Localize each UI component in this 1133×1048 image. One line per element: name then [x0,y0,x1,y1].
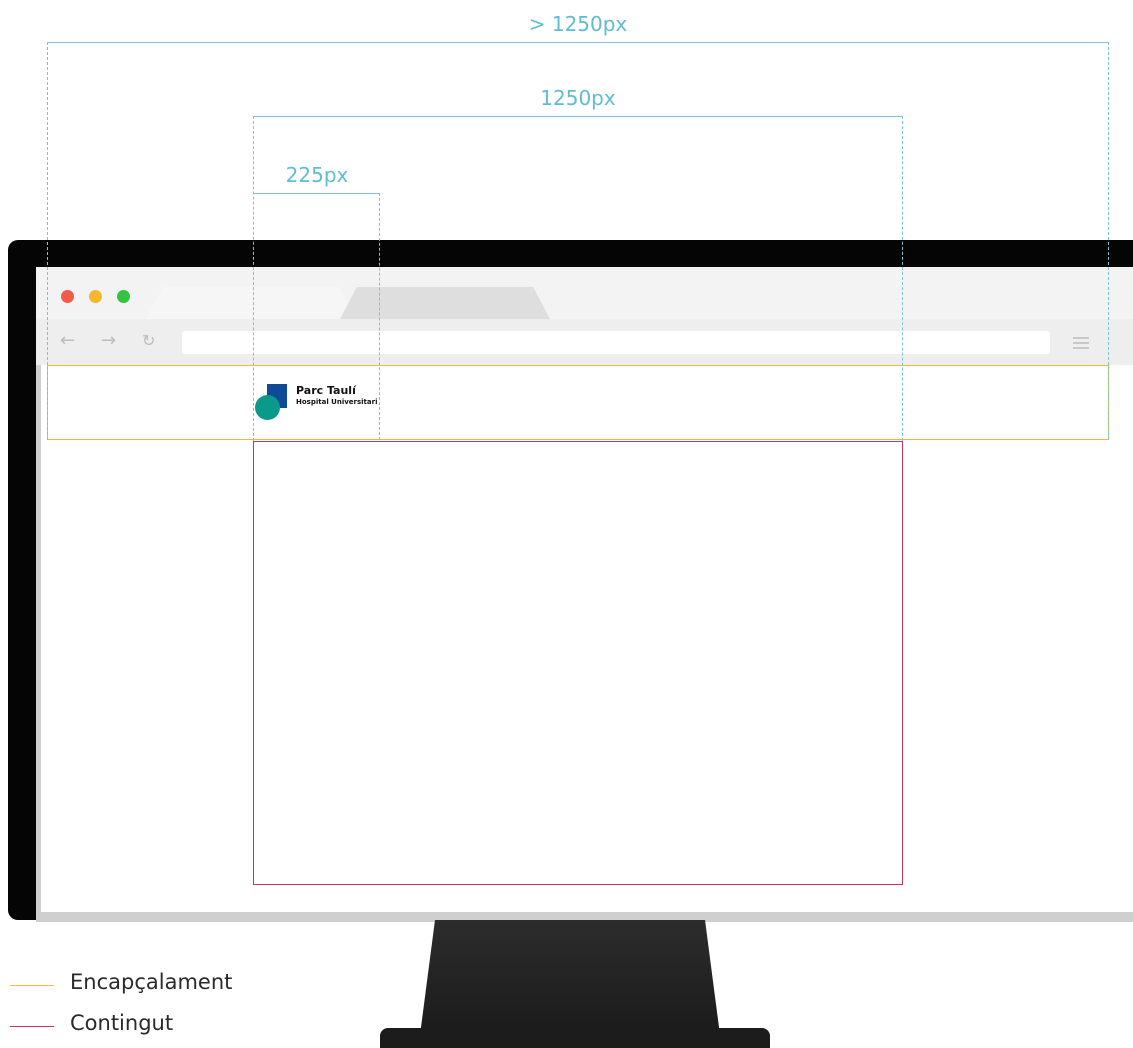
back-arrow-icon[interactable]: ← [60,331,75,351]
container-right-guide [902,116,903,441]
close-window-dot[interactable] [61,290,74,303]
logo-green-circle [255,395,280,420]
container-left-guide [253,116,254,441]
monitor-base [380,1028,770,1048]
outer-left-guide [47,42,48,440]
legend-content-swatch [10,1026,54,1027]
outer-width-label: > 1250px [528,12,628,36]
address-bar[interactable] [182,331,1050,354]
logo-subtitle: Hospital Universitari [296,398,378,406]
forward-arrow-icon[interactable]: → [101,331,116,351]
reload-icon[interactable]: ↻ [142,331,155,351]
outer-width-line [47,42,1109,43]
legend-content-label: Contingut [70,1011,174,1035]
header-region [47,365,1109,440]
menu-icon[interactable] [1073,337,1089,349]
legend-header-label: Encapçalament [70,970,233,994]
container-width-line [253,116,903,117]
monitor-stand [420,920,720,1035]
legend-header-swatch [10,985,54,986]
minimize-window-dot[interactable] [89,290,102,303]
logo-width-line [253,193,380,194]
logo-right-guide [379,193,380,440]
parc-tauli-logo[interactable]: Parc Taulí Hospital Universitari [253,384,393,420]
maximize-window-dot[interactable] [117,290,130,303]
logo-width-label: 225px [285,163,349,187]
browser-tab-inactive[interactable] [340,287,550,319]
content-region [253,441,903,885]
browser-tab-active[interactable] [146,287,356,319]
outer-right-guide [1108,42,1109,440]
logo-title: Parc Taulí [296,384,356,397]
container-width-label: 1250px [540,86,616,110]
